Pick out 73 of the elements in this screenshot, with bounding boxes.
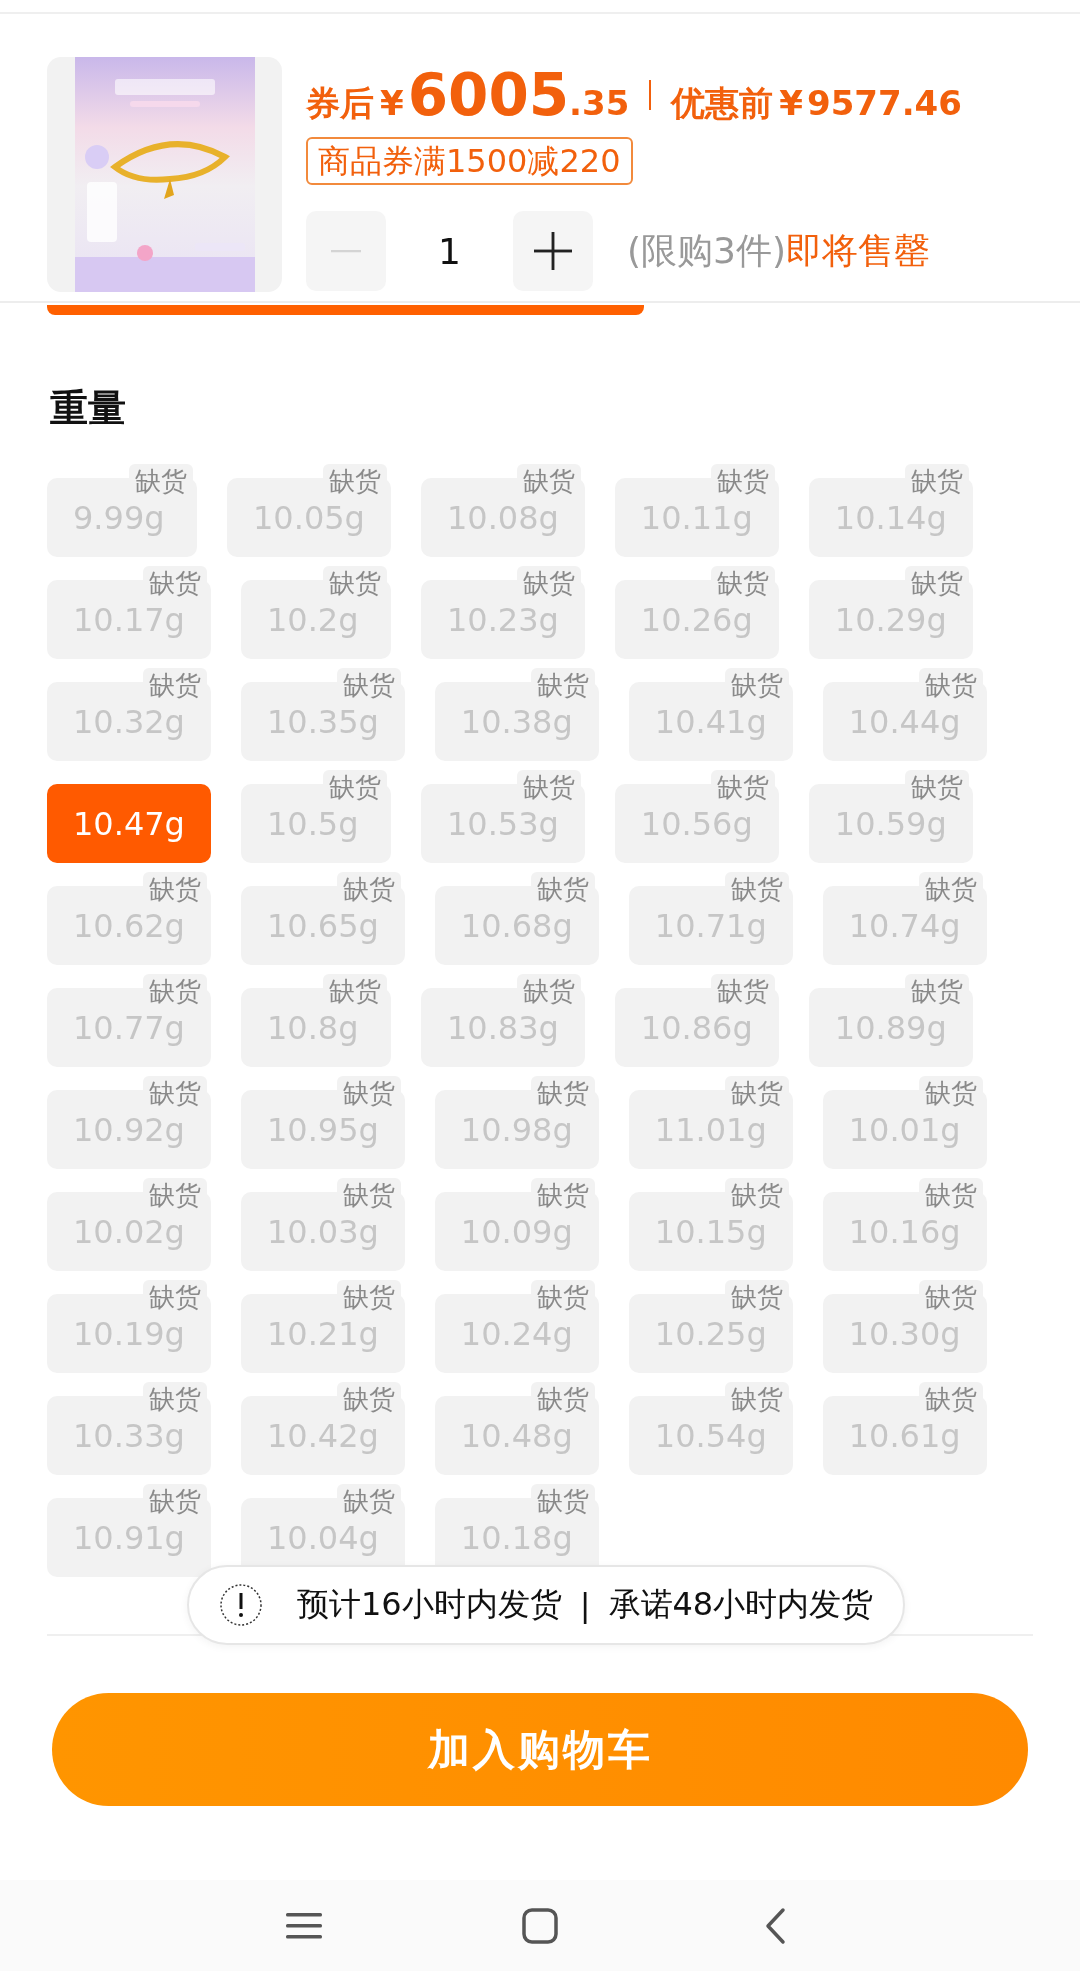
stock-badge: 缺货 [129,464,193,498]
stock-badge: 缺货 [918,1076,983,1110]
info-icon [219,1583,263,1627]
price-decimal: .35 [569,83,630,123]
stock-badge: 缺货 [530,872,595,906]
stock-badge: 缺货 [322,464,387,498]
stock-badge: 缺货 [322,770,387,804]
original-price: 9577.46 [807,83,962,123]
stock-badge: 缺货 [142,1382,207,1416]
stock-badge: 缺货 [142,872,207,906]
stock-badge: 缺货 [724,872,789,906]
add-to-cart-button[interactable]: 加入购物车 [52,1693,1028,1806]
stock-badge: 缺货 [710,464,775,498]
stock-badge: 缺货 [904,566,969,600]
plus-button[interactable] [513,211,593,291]
stock-badge: 缺货 [142,1076,207,1110]
stock-badge: 缺货 [530,1280,595,1314]
stock-badge: 缺货 [724,1178,789,1212]
stock-badge: 缺货 [516,974,581,1008]
stock-badge: 缺货 [336,668,401,702]
stock-badge: 缺货 [336,1178,401,1212]
stock-badge: 缺货 [904,974,969,1008]
stock-note: 即将售罄 [786,228,930,273]
stock-badge: 缺货 [724,1280,789,1314]
stock-badge: 缺货 [530,1382,595,1416]
quantity-value: 1 [437,230,462,272]
stock-badge: 缺货 [530,1484,595,1518]
currency-symbol: ¥ [380,83,404,123]
stock-badge: 缺货 [142,1280,207,1314]
stock-badge: 缺货 [336,1280,401,1314]
stock-badge: 缺货 [918,872,983,906]
stock-badge: 缺货 [710,974,775,1008]
stock-badge: 缺货 [336,1076,401,1110]
stock-badge: 缺货 [336,872,401,906]
stock-badge: 缺货 [142,1178,207,1212]
plus-icon [534,232,572,270]
section-title: 重量 [50,385,127,432]
stock-badge: 缺货 [142,668,207,702]
separator: | [579,1586,591,1624]
stock-badge: 缺货 [918,668,983,702]
stock-badge: 缺货 [918,1178,983,1212]
stock-badge: 缺货 [516,566,581,600]
stock-badge: 缺货 [710,566,775,600]
stock-badge: 缺货 [904,770,969,804]
stock-badge: 缺货 [530,668,595,702]
price-integer: 6005 [407,61,570,129]
stock-badge: 缺货 [918,1280,983,1314]
stock-badge: 缺货 [336,1484,401,1518]
coupon-tag: 商品券满1500减220 [306,137,633,185]
stock-badge: 缺货 [724,668,789,702]
stock-badge: 缺货 [724,1076,789,1110]
stock-badge: 缺货 [336,1382,401,1416]
stock-badge: 缺货 [530,1178,595,1212]
stock-badge: 缺货 [530,1076,595,1110]
original-price-label: 优惠前 [671,82,774,125]
price-label: 券后 [306,82,374,125]
stock-badge: 缺货 [142,974,207,1008]
stock-badge: 缺货 [904,464,969,498]
currency-symbol: ¥ [779,83,803,123]
stock-badge: 缺货 [724,1382,789,1416]
stock-badge: 缺货 [322,974,387,1008]
shipping-promise: 承诺48小时内发货 [608,1584,874,1625]
purchase-limit: (限购3件) [627,228,786,273]
stock-badge: 缺货 [918,1382,983,1416]
weight-option[interactable]: 10.47g [47,784,211,863]
stock-badge: 缺货 [516,770,581,804]
stock-badge: 缺货 [322,566,387,600]
shipping-estimate: 预计16小时内发货 [297,1584,562,1625]
home-icon[interactable] [520,1905,560,1946]
stock-badge: 缺货 [142,1484,207,1518]
stock-badge: 缺货 [142,566,207,600]
stock-badge: 缺货 [710,770,775,804]
stock-badge: 缺货 [516,464,581,498]
